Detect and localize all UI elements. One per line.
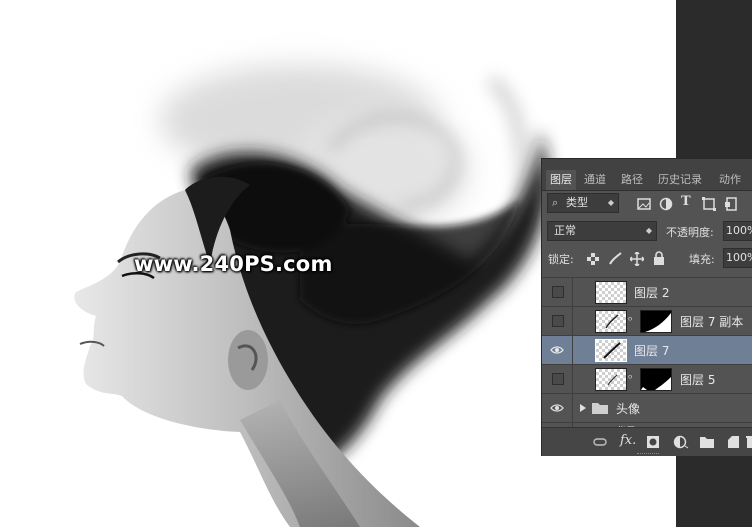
- fill-label: 填充:: [689, 253, 715, 266]
- layer-row-layer-7-copy[interactable]: ᵒ 图层 7 副本: [542, 306, 752, 335]
- layer-mask-thumbnail[interactable]: [640, 368, 672, 391]
- layer-row-layer-7[interactable]: 图层 7: [542, 335, 752, 364]
- adjustment-filter-icon[interactable]: [659, 197, 673, 211]
- layer-thumbnail: [595, 281, 627, 304]
- layer-name: 图层 2: [634, 286, 670, 300]
- layer-row-layer-2[interactable]: 图层 2: [542, 277, 752, 306]
- resize-grip[interactable]: [637, 453, 659, 456]
- shape-filter-icon[interactable]: [702, 197, 716, 211]
- layers-panel: 图层 通道 路径 历史记录 动作 ⌕ 类型 ◆ T 正常 ◆ 不透明度: 100…: [541, 158, 752, 456]
- layer-name: 头像: [616, 402, 641, 416]
- hair-stroke-thumbnail: [603, 342, 621, 359]
- visibility-off-box: [552, 373, 564, 385]
- layer-row-layer-5[interactable]: ᵒ 图层 5: [542, 364, 752, 393]
- layer-mask-thumbnail[interactable]: [640, 310, 672, 333]
- link-icon[interactable]: [592, 435, 608, 449]
- filter-kind-select[interactable]: ⌕ 类型 ◆: [547, 193, 619, 213]
- tab-paths[interactable]: 路径: [621, 170, 643, 190]
- visibility-off-box: [552, 286, 564, 298]
- fill-value: 100%: [726, 251, 752, 264]
- layer-thumbnail: [595, 310, 627, 333]
- mask-link-icon[interactable]: ᵒ: [628, 372, 633, 385]
- opacity-value: 100%: [726, 224, 752, 237]
- add-mask-icon[interactable]: [646, 435, 660, 449]
- trash-icon[interactable]: [746, 435, 752, 449]
- filter-kind-value: 类型: [566, 196, 588, 209]
- type-filter-icon[interactable]: T: [681, 194, 695, 209]
- visibility-off-box: [552, 315, 564, 327]
- folder-icon: [592, 403, 608, 414]
- opacity-input[interactable]: 100%: [723, 221, 752, 241]
- new-layer-icon[interactable]: [726, 435, 740, 449]
- smart-object-filter-icon[interactable]: [724, 197, 738, 211]
- lock-label: 锁定:: [548, 253, 574, 266]
- watermark-text: www.240PS.com: [134, 252, 333, 276]
- lock-transparent-pixels-icon[interactable]: [586, 252, 600, 266]
- hair-stroke-thumbnail: [605, 314, 619, 329]
- lock-row: 锁定: 填充: 100%: [542, 245, 752, 271]
- layer-name: 图层 7 副本: [680, 315, 744, 329]
- fill-input[interactable]: 100%: [723, 248, 752, 268]
- stepper-icon: ◆: [645, 226, 652, 235]
- visibility-toggle[interactable]: [542, 394, 573, 422]
- lock-position-icon[interactable]: [630, 252, 644, 266]
- tab-channels[interactable]: 通道: [584, 170, 606, 190]
- image-filter-icon[interactable]: [637, 197, 651, 211]
- lock-all-icon[interactable]: [652, 251, 666, 265]
- blend-mode-value: 正常: [554, 224, 576, 237]
- panel-tab-bar: 图层 通道 路径 历史记录 动作: [542, 159, 752, 191]
- mask-link-icon[interactable]: ᵒ: [628, 314, 633, 327]
- folder-icon[interactable]: [699, 435, 715, 449]
- hair-stroke-thumbnail: [607, 374, 618, 386]
- panel-footer: fx.: [542, 427, 752, 456]
- tab-history[interactable]: 历史记录: [658, 170, 702, 190]
- filter-row: ⌕ 类型 ◆ T: [542, 190, 752, 215]
- fx-icon[interactable]: fx.: [620, 433, 636, 448]
- search-icon: ⌕: [552, 196, 559, 209]
- tab-layers[interactable]: 图层: [546, 170, 576, 190]
- stepper-icon: ◆: [607, 198, 614, 207]
- opacity-label: 不透明度:: [666, 226, 714, 239]
- layer-thumbnail: [595, 339, 627, 362]
- blend-row: 正常 ◆ 不透明度: 100%: [542, 217, 752, 243]
- layer-group-avatar[interactable]: 头像: [542, 393, 752, 422]
- adjustment-icon[interactable]: [673, 435, 689, 449]
- lock-image-pixels-icon[interactable]: [608, 252, 622, 266]
- visibility-toggle[interactable]: [542, 365, 573, 393]
- layer-name: 图层 7: [634, 344, 670, 358]
- mask-gradient: [641, 377, 671, 390]
- visibility-toggle[interactable]: [542, 278, 573, 306]
- eye-icon: [550, 404, 564, 412]
- mask-gradient: [645, 313, 671, 332]
- blend-mode-select[interactable]: 正常 ◆: [547, 221, 657, 241]
- eye-icon: [550, 346, 564, 354]
- layer-name: 图层 5: [680, 373, 716, 387]
- layer-thumbnail: [595, 368, 627, 391]
- visibility-toggle[interactable]: [542, 336, 573, 364]
- visibility-toggle[interactable]: [542, 307, 573, 335]
- tab-actions[interactable]: 动作: [719, 170, 741, 190]
- expand-arrow-icon[interactable]: [578, 403, 588, 413]
